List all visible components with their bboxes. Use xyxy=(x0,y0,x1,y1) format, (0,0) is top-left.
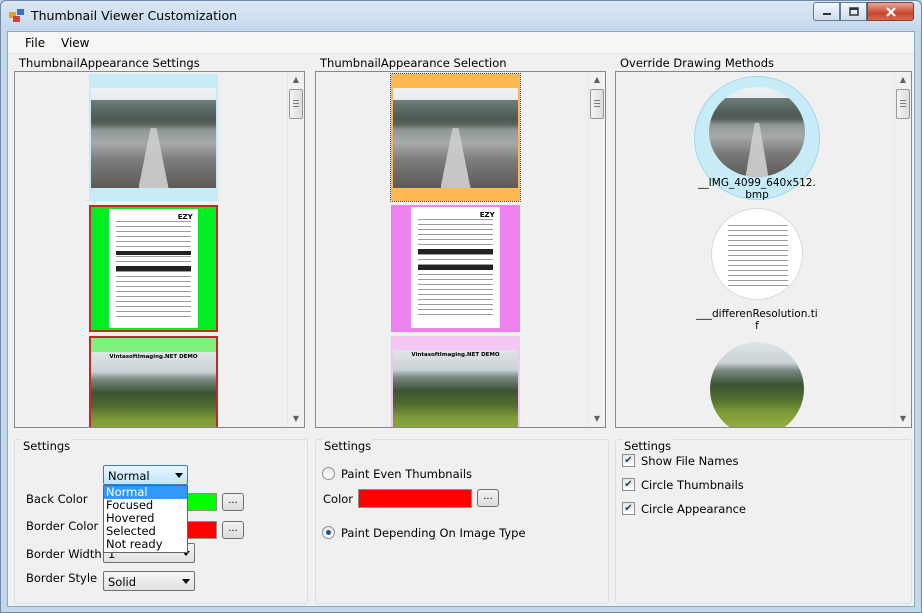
circle-thumbnail-landscape[interactable] xyxy=(710,342,804,427)
landscape-caption: VintasoftImaging.NET DEMO xyxy=(411,352,500,358)
show-file-names-label: Show File Names xyxy=(641,454,739,468)
file-name-1: __IMG_4099_640x512. bmp xyxy=(698,177,816,201)
right-settings-group: Settings ✔ Show File Names ✔ Circle Thum… xyxy=(615,439,912,604)
thumbnail-selected[interactable] xyxy=(390,73,521,202)
appearance-dropdown-list[interactable]: Normal Focused Hovered Selected Not read… xyxy=(103,485,188,553)
scroll-thumb[interactable] xyxy=(896,89,910,119)
border-width-label: Border Width xyxy=(26,547,102,561)
scroll-down-icon[interactable]: ▼ xyxy=(288,411,304,427)
back-color-button[interactable]: ... xyxy=(222,493,244,511)
app-icon xyxy=(9,9,24,22)
appearance-select[interactable]: Normal xyxy=(103,465,188,485)
thumbnail-image-document: EZY xyxy=(109,209,198,328)
circle-thumbnail-document[interactable] xyxy=(711,208,803,300)
thumbnail-image-landscape: VintasoftImaging.NET DEMO xyxy=(393,350,518,427)
scroll-thumb[interactable] xyxy=(590,89,604,119)
thumbnail-hovered[interactable]: VintasoftImaging.NET DEMO xyxy=(89,336,218,427)
maximize-button[interactable] xyxy=(840,2,867,21)
show-file-names-checkbox[interactable]: ✔ xyxy=(622,454,635,467)
middle-settings-group: Settings Paint Even Thumbnails Color ...… xyxy=(315,439,609,604)
thumbnail-normal[interactable] xyxy=(89,74,218,201)
left-thumbnail-viewer[interactable]: EZY VintasoftImaging.NET DEMO ▲ ▼ xyxy=(14,71,305,428)
scroll-up-icon[interactable]: ▲ xyxy=(288,72,304,88)
thumbnail-image-road xyxy=(393,88,518,188)
chevron-down-icon xyxy=(175,473,183,478)
maximize-icon xyxy=(848,7,859,16)
minimize-button[interactable] xyxy=(813,2,840,21)
close-button[interactable] xyxy=(867,2,914,21)
border-color-label: Border Color xyxy=(26,519,99,533)
middle-panel-title: ThumbnailAppearance Selection xyxy=(320,56,507,70)
circle-thumbnails-label: Circle Thumbnails xyxy=(641,478,744,492)
left-viewer-scrollbar[interactable]: ▲ ▼ xyxy=(287,72,304,427)
paint-type-radio[interactable] xyxy=(322,526,335,539)
middle-thumbnail-viewer[interactable]: EZY VintasoftImaging.NET DEMO ▲ ▼ xyxy=(315,71,606,428)
thumbnail-image-document xyxy=(722,217,794,293)
middle-viewer-scrollbar[interactable]: ▲ ▼ xyxy=(588,72,605,427)
back-color-label: Back Color xyxy=(26,492,88,506)
minimize-icon xyxy=(822,12,831,15)
window-title: Thumbnail Viewer Customization xyxy=(31,8,238,23)
circle-thumbnails-checkbox[interactable]: ✔ xyxy=(622,478,635,491)
circle-appearance-checkbox[interactable]: ✔ xyxy=(622,502,635,515)
left-panel-title: ThumbnailAppearance Settings xyxy=(19,56,200,70)
border-color-swatch[interactable] xyxy=(185,521,217,539)
middle-settings-title: Settings xyxy=(322,439,374,453)
right-viewer-scrollbar[interactable]: ▲ ▼ xyxy=(894,72,911,427)
right-thumbnail-viewer[interactable]: __IMG_4099_640x512. bmp ___differenResol… xyxy=(615,71,912,428)
even-color-label: Color xyxy=(323,492,354,506)
left-settings-title: Settings xyxy=(21,439,73,453)
thumbnail-image-road xyxy=(91,88,216,188)
chevron-down-icon xyxy=(182,579,190,584)
menu-bar: File View xyxy=(8,32,914,54)
thumbnail-image-road xyxy=(709,87,805,177)
even-color-swatch[interactable] xyxy=(358,489,472,508)
doc-tag: EZY xyxy=(479,210,495,219)
scroll-up-icon[interactable]: ▲ xyxy=(895,72,911,88)
title-bar: Thumbnail Viewer Customization xyxy=(1,1,921,31)
thumbnail-image-landscape: VintasoftImaging.NET DEMO xyxy=(91,352,216,427)
back-color-swatch[interactable] xyxy=(185,493,217,511)
right-panel-title: Override Drawing Methods xyxy=(620,56,775,70)
appearance-option-not-ready[interactable]: Not ready xyxy=(104,538,187,551)
paint-even-label: Paint Even Thumbnails xyxy=(341,467,473,481)
client-area: File View ThumbnailAppearance Settings T… xyxy=(7,31,915,607)
border-style-select[interactable]: Solid xyxy=(103,571,195,591)
app-window: Thumbnail Viewer Customization File View… xyxy=(0,0,922,613)
border-color-button[interactable]: ... xyxy=(222,521,244,539)
landscape-caption: VintasoftImaging.NET DEMO xyxy=(109,354,198,360)
circle-appearance-label: Circle Appearance xyxy=(641,502,746,516)
thumbnail-document-pink[interactable]: EZY xyxy=(391,205,520,332)
paint-type-label: Paint Depending On Image Type xyxy=(341,526,526,540)
thumbnail-image-document: EZY xyxy=(411,207,500,328)
thumbnail-image-landscape xyxy=(710,342,804,427)
doc-tag: EZY xyxy=(177,212,193,221)
thumbnail-landscape-pink[interactable]: VintasoftImaging.NET DEMO xyxy=(391,336,520,427)
menu-file[interactable]: File xyxy=(25,36,45,50)
scroll-up-icon[interactable]: ▲ xyxy=(589,72,605,88)
close-icon xyxy=(885,6,896,17)
right-settings-title: Settings xyxy=(622,439,674,453)
thumbnail-focused[interactable]: EZY xyxy=(89,205,218,332)
left-settings-group: Settings Back Color Border Color Border … xyxy=(14,439,308,604)
border-style-label: Border Style xyxy=(26,571,98,585)
scroll-thumb[interactable] xyxy=(289,89,303,119)
file-name-2: ___differenResolution.ti f xyxy=(696,308,818,332)
scroll-down-icon[interactable]: ▼ xyxy=(589,411,605,427)
even-color-button[interactable]: ... xyxy=(477,489,499,507)
scroll-down-icon[interactable]: ▼ xyxy=(895,411,911,427)
paint-even-radio[interactable] xyxy=(322,467,335,480)
menu-view[interactable]: View xyxy=(61,36,89,50)
